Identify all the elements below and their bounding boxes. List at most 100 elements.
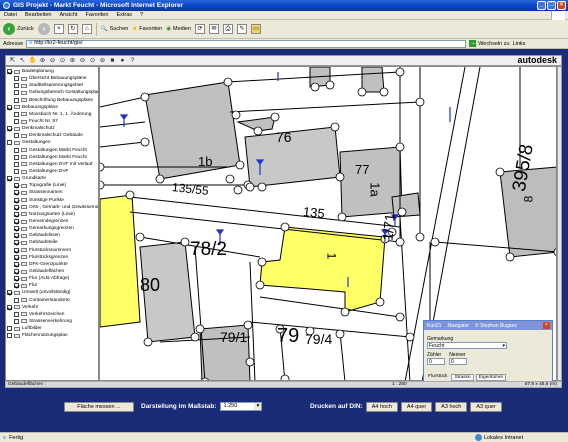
layer-checkbox[interactable] [14,233,19,239]
layer-checkbox[interactable] [14,154,19,160]
back-button[interactable]: ‹ Zurück [3,23,34,35]
tool-record-icon[interactable]: ● [118,56,127,65]
layer-item[interactable]: Luftbilder [6,325,98,332]
layer-item[interactable]: Bauleitplanung [6,68,98,75]
layer-checkbox[interactable] [14,318,19,324]
menu-help[interactable]: ? [140,12,143,18]
tool-fullextent-icon[interactable]: ⇱ [8,56,17,65]
print-icon[interactable]: ⎙ [223,24,234,34]
layer-item[interactable]: Gemarkungsgrenzen [6,225,98,232]
layer-checkbox[interactable] [7,104,12,110]
layer-checkbox[interactable] [7,140,12,146]
nenner-input[interactable]: 0 [449,358,467,365]
layer-item[interactable]: Beschriftung Bebauungspläne [6,97,98,104]
layer-checkbox[interactable] [14,111,19,117]
layer-checkbox[interactable] [14,311,19,317]
layer-item[interactable]: Gestaltungen [6,139,98,146]
layer-checkbox[interactable] [14,283,19,289]
layer-item[interactable]: Orts-, Gemark- und Gewässernamen [6,204,98,211]
layer-item[interactable]: Topografie (Linie) [6,182,98,189]
layer-checkbox[interactable] [14,119,19,125]
area-measure-button[interactable]: Fläche messen ... [64,401,134,412]
tab-strasse[interactable]: Strasse [451,373,474,381]
layer-checkbox[interactable] [14,219,19,225]
maximize-button[interactable]: □ [547,1,556,10]
tool-select-icon[interactable]: ↖ [18,56,27,65]
layer-item[interactable]: Gebäudeteile [6,239,98,246]
tab-navigator[interactable]: Navigator [447,323,468,329]
tool-help-icon[interactable]: ? [128,56,137,65]
layer-item[interactable]: Geltungsbereich Gestaltungsplan [6,89,98,96]
layer-item[interactable]: Flur (ALB-Abfrage) [6,275,98,282]
menu-favoriten[interactable]: Favoriten [86,12,109,18]
layer-item[interactable]: Feucht Nr. 57 [6,118,98,125]
stop-icon[interactable]: × [53,24,64,34]
layer-item[interactable]: Gestaltungen Markt Feucht [6,154,98,161]
layer-checkbox[interactable] [14,297,19,303]
layer-checkbox[interactable] [14,83,19,89]
home-icon[interactable]: ⌂ [81,24,92,34]
layer-item[interactable]: Strassenverkehrung [6,318,98,325]
layer-checkbox[interactable] [14,183,19,189]
tool-stop-icon[interactable]: ■ [108,56,117,65]
layer-item[interactable]: Sonstige Punkte [6,197,98,204]
history-icon[interactable]: ⟳ [195,24,206,34]
links-label[interactable]: Links [513,41,526,47]
layer-item[interactable]: Stadtteilsanierungsgebiet [6,82,98,89]
layer-item[interactable]: Gemeindegrenzen [6,218,98,225]
layer-checkbox[interactable] [14,90,19,96]
layer-item[interactable]: Gestaltungen DVF [6,168,98,175]
tool-zoomout-icon[interactable]: ⊖ [48,56,57,65]
tab-eigentuemer[interactable]: Eigentümer [475,373,507,381]
go-button[interactable]: → Wechseln zu [469,40,510,47]
layer-item[interactable]: Gebäudeflächen [6,268,98,275]
layer-checkbox[interactable] [7,333,12,339]
gemarkung-select[interactable]: Feucht ▾ [427,342,507,349]
refresh-icon[interactable]: ↻ [67,24,78,34]
layer-item[interactable]: Denkmalschutz Gebäude [6,132,98,139]
layer-checkbox[interactable] [7,69,12,75]
layer-item[interactable]: Nutzungsarten (Linie) [6,211,98,218]
layer-item[interactable]: Denkmalschutz [6,125,98,132]
tool-zoomin-icon[interactable]: ⊕ [38,56,47,65]
print-a4-hoch-button[interactable]: A4 hoch [365,401,398,412]
layer-item[interactable]: Verkehr [6,304,98,311]
edit-icon[interactable]: ✎ [237,24,248,34]
layer-item[interactable]: Gestaltungen Markt Feucht [6,147,98,154]
menu-extras[interactable]: Extras [116,12,132,18]
layer-checkbox[interactable] [7,304,12,310]
layer-checkbox[interactable] [14,254,19,260]
zaehler-input[interactable]: 0 [427,358,445,365]
tool-zoomwindow-icon[interactable]: ⊙ [58,56,67,65]
layer-item[interactable]: Containerstandorte [6,297,98,304]
layer-checkbox[interactable] [14,161,19,167]
layer-checkbox[interactable] [14,169,19,175]
layer-item[interactable]: Gestaltungen DVF mit Verlauf [6,161,98,168]
map-scrollbar[interactable] [557,66,562,381]
close-icon[interactable]: × [543,322,550,329]
print-a3-quer-button[interactable]: A3 quer [470,401,502,412]
folder-icon[interactable]: ▭ [251,24,262,34]
layer-item[interactable]: Flächennutzungsplan [6,332,98,339]
layer-item[interactable]: Flur [6,282,98,289]
layer-checkbox[interactable] [14,261,19,267]
layer-checkbox[interactable] [14,211,19,217]
layer-checkbox[interactable] [14,147,19,153]
layer-item[interactable]: Strassennamen [6,189,98,196]
menu-datei[interactable]: Datei [4,12,17,18]
layer-item[interactable]: DFK-Grenzpunkte [6,261,98,268]
layer-item[interactable]: Flurstücksnummern [6,247,98,254]
layer-item[interactable]: Gebäudelinien [6,232,98,239]
layer-checkbox[interactable] [14,240,19,246]
minimize-button[interactable]: _ [537,1,546,10]
layer-checkbox[interactable] [7,176,12,182]
search-button[interactable]: 🔍 Suchen [101,26,129,32]
tool-zoomnext-icon[interactable]: ⊚ [98,56,107,65]
scale-select[interactable]: 1:250 [220,402,263,411]
layer-checkbox[interactable] [14,197,19,203]
layer-checkbox[interactable] [14,276,19,282]
print-a3-hoch-button[interactable]: A3 hoch [435,401,468,412]
close-button[interactable]: × [557,1,566,10]
mail-icon[interactable]: ✉ [209,24,220,34]
layer-item[interactable]: Übersicht Bebauungspläne [6,75,98,82]
